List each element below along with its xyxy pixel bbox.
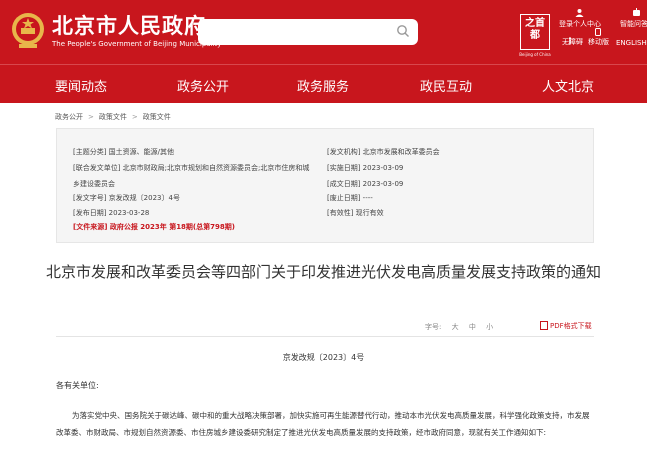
- english-link[interactable]: ENGLISH: [616, 39, 647, 47]
- breadcrumb-item[interactable]: 政策文件: [99, 113, 127, 121]
- seal-caption: Beijing of China: [519, 52, 551, 57]
- font-size-label: 字号:: [425, 323, 442, 331]
- breadcrumb: 政务公开 > 政策文件 > 政策文件: [55, 112, 171, 122]
- chevron-right-icon: >: [88, 113, 94, 121]
- meta-topic: [主题分类] 国土资源、能源/其他: [73, 148, 175, 156]
- divider: [56, 336, 594, 337]
- mobile-link[interactable]: 移动版: [588, 37, 609, 47]
- search-input[interactable]: [198, 19, 418, 45]
- capital-seal-logo: 之首都: [520, 14, 550, 50]
- pdf-download-link[interactable]: PDF格式下载: [540, 320, 592, 331]
- search-icon[interactable]: [396, 24, 410, 38]
- meta-joint-issuers-cont: 乡建设委员会: [73, 180, 115, 188]
- article-body: 为落实党中央、国务院关于碳达峰、碳中和的重大战略决策部署，加快实施可再生能源替代…: [56, 407, 596, 441]
- mobile-icon[interactable]: [595, 28, 601, 36]
- national-emblem-icon: [12, 13, 44, 48]
- accessible-link[interactable]: 无障碍: [562, 37, 583, 47]
- document-metadata-panel: [主题分类] 国土资源、能源/其他 [发文机构] 北京市发展和改革委员会 [联合…: [56, 128, 594, 243]
- meta-expiry: [废止日期] ----: [327, 194, 373, 202]
- main-nav: 要闻动态 政务公开 政务服务 政民互动 人文北京: [0, 64, 647, 103]
- robot-qa-link[interactable]: 智能问答: [620, 19, 647, 29]
- site-title[interactable]: 北京市人民政府: [52, 10, 206, 40]
- site-header: 北京市人民政府 The People's Government of Beiji…: [0, 0, 647, 64]
- meta-joint-issuers: [联合发文单位] 北京市财政局;北京市规划和自然资源委员会;北京市住房和城: [73, 164, 310, 172]
- meta-doc-no: [发文字号] 京发改规〔2023〕4号: [73, 194, 180, 202]
- site-subtitle: The People's Government of Beijing Munic…: [52, 40, 222, 48]
- document-number: 京发改规〔2023〕4号: [282, 353, 365, 362]
- meta-effective-date: [实施日期] 2023-03-09: [327, 164, 404, 172]
- meta-source[interactable]: [文件来源] 政府公报 2023年 第18期(总第798期): [73, 222, 235, 232]
- font-size-large[interactable]: 大: [452, 323, 459, 331]
- meta-issuer: [发文机构] 北京市发展和改革委员会: [327, 148, 440, 156]
- meta-written-date: [成文日期] 2023-03-09: [327, 180, 404, 188]
- chevron-right-icon: >: [131, 113, 138, 121]
- robot-icon[interactable]: [632, 8, 641, 17]
- font-size-switcher: 字号: 大 中 小: [425, 322, 501, 332]
- user-icon[interactable]: [575, 8, 584, 17]
- nav-item-news[interactable]: 要闻动态: [55, 76, 107, 95]
- salutation: 各有关单位:: [56, 381, 99, 390]
- nav-item-interaction[interactable]: 政民互动: [420, 76, 472, 95]
- article-body-text: 为落实党中央、国务院关于碳达峰、碳中和的重大战略决策部署，加快实施可再生能源替代…: [56, 411, 590, 437]
- pdf-download-label[interactable]: PDF格式下载: [550, 322, 592, 330]
- nav-item-culture[interactable]: 人文北京: [542, 76, 594, 95]
- nav-item-gov-affairs[interactable]: 政务公开: [177, 76, 229, 95]
- breadcrumb-item[interactable]: 政务公开: [55, 113, 83, 121]
- article-title: 北京市发展和改革委员会等四部门关于印发推进光伏发电高质量发展支持政策的通知: [45, 263, 601, 281]
- font-size-medium[interactable]: 中: [469, 323, 476, 331]
- meta-validity: [有效性] 现行有效: [327, 209, 384, 217]
- font-size-small[interactable]: 小: [486, 323, 493, 331]
- breadcrumb-item[interactable]: 政策文件: [143, 113, 171, 121]
- pdf-icon: [540, 320, 548, 330]
- meta-publish-date: [发布日期] 2023-03-28: [73, 209, 150, 217]
- nav-item-services[interactable]: 政务服务: [297, 76, 349, 95]
